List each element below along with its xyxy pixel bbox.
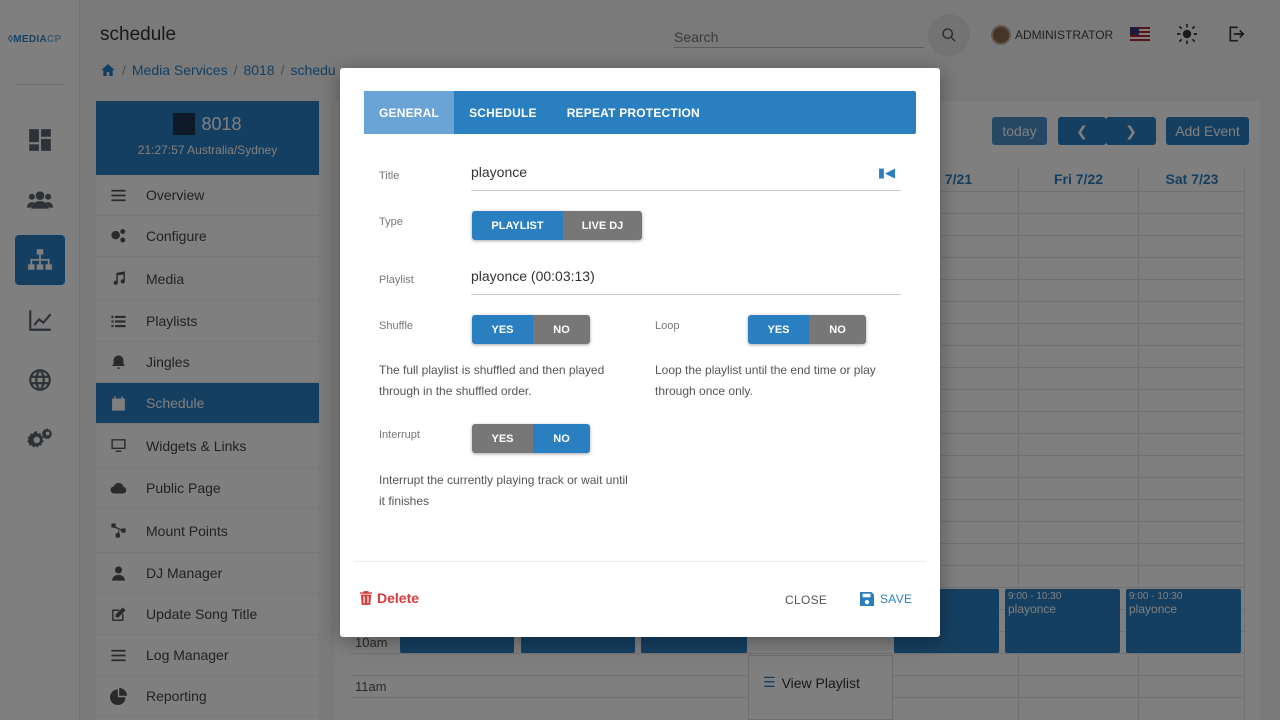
loop-no-option[interactable]: NO bbox=[809, 315, 866, 344]
tab-general[interactable]: GENERAL bbox=[364, 91, 455, 134]
floppy-disk-icon bbox=[860, 592, 874, 606]
type-live-dj-option[interactable]: LIVE DJ bbox=[563, 211, 642, 240]
loop-help-text: Loop the playlist until the end time or … bbox=[655, 363, 876, 398]
shuffle-help-text: The full playlist is shuffled and then p… bbox=[379, 363, 605, 398]
save-button[interactable]: SAVE bbox=[860, 592, 912, 606]
field-assist-icon[interactable]: ▮◀ bbox=[878, 165, 895, 181]
title-field[interactable]: playonce ▮◀ bbox=[471, 164, 901, 191]
interrupt-help-text: Interrupt the currently playing track or… bbox=[379, 473, 628, 508]
modal-tabs: GENERAL SCHEDULE REPEAT PROTECTION bbox=[364, 91, 916, 134]
trash-icon bbox=[360, 591, 372, 605]
interrupt-no-option[interactable]: NO bbox=[533, 424, 590, 453]
tab-repeat-protection[interactable]: REPEAT PROTECTION bbox=[552, 91, 715, 134]
type-label: Type bbox=[379, 216, 403, 228]
loop-toggle: YES NO bbox=[748, 315, 866, 344]
interrupt-yes-option[interactable]: YES bbox=[472, 424, 533, 453]
shuffle-label: Shuffle bbox=[379, 320, 414, 332]
playlist-select[interactable]: playonce (00:03:13) bbox=[471, 268, 901, 295]
interrupt-label: Interrupt bbox=[379, 429, 420, 441]
type-toggle: PLAYLIST LIVE DJ bbox=[472, 211, 642, 240]
shuffle-toggle: YES NO bbox=[472, 315, 590, 344]
shuffle-yes-option[interactable]: YES bbox=[472, 315, 533, 344]
loop-label: Loop bbox=[655, 320, 680, 332]
tab-schedule[interactable]: SCHEDULE bbox=[454, 91, 552, 134]
title-label: Title bbox=[379, 170, 400, 182]
modal-divider bbox=[354, 561, 926, 562]
event-modal: GENERAL SCHEDULE REPEAT PROTECTION Title… bbox=[340, 68, 940, 637]
delete-button[interactable]: Delete bbox=[360, 590, 419, 606]
shuffle-no-option[interactable]: NO bbox=[533, 315, 590, 344]
close-button[interactable]: CLOSE bbox=[785, 593, 827, 607]
playlist-label: Playlist bbox=[379, 274, 414, 286]
interrupt-toggle: YES NO bbox=[472, 424, 590, 453]
loop-yes-option[interactable]: YES bbox=[748, 315, 809, 344]
type-playlist-option[interactable]: PLAYLIST bbox=[472, 211, 563, 240]
